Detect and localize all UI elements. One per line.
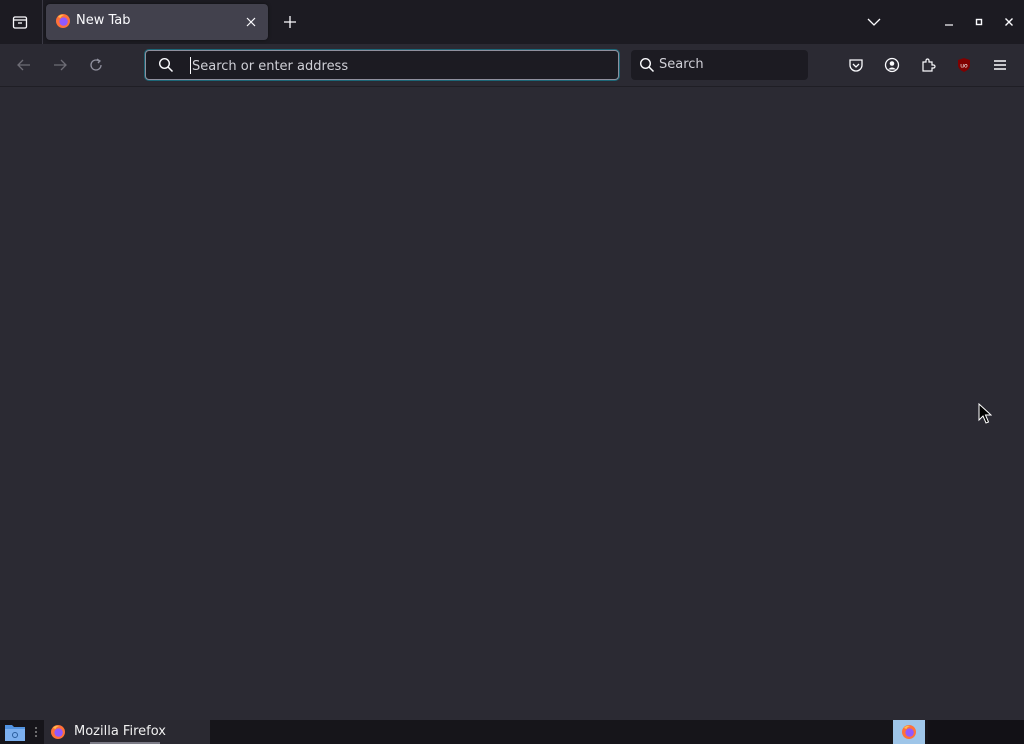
close-window-button[interactable] [997, 8, 1021, 36]
mouse-cursor-icon [978, 403, 992, 424]
forward-button[interactable] [46, 51, 74, 79]
drag-handle-icon [35, 727, 37, 737]
firefox-icon [51, 725, 65, 739]
tab-list-icon [12, 16, 28, 29]
maximize-icon [975, 18, 983, 26]
svg-text:uo: uo [960, 63, 968, 70]
ublock-button[interactable]: uo [950, 51, 978, 79]
menu-button[interactable] [986, 51, 1014, 79]
file-manager-icon[interactable] [4, 722, 26, 742]
navigation-toolbar: Search uo [0, 44, 1024, 87]
taskbar-item-label: Mozilla Firefox [74, 724, 166, 739]
pocket-icon [849, 59, 863, 72]
close-tab-button[interactable] [240, 11, 262, 33]
close-icon [1005, 18, 1013, 26]
tab-bar: New Tab [0, 0, 1024, 44]
pocket-button[interactable] [842, 51, 870, 79]
arrow-right-icon [54, 59, 67, 71]
account-button[interactable] [878, 51, 906, 79]
arrow-left-icon [17, 59, 30, 71]
search-icon [639, 57, 655, 73]
chevron-down-icon [867, 18, 881, 26]
hamburger-icon [994, 60, 1006, 70]
new-tab-button[interactable] [276, 8, 304, 36]
system-tray [928, 720, 1024, 744]
ublock-icon: uo [958, 58, 970, 72]
account-icon [884, 57, 900, 73]
firefox-icon [56, 14, 70, 28]
tab-separator [42, 0, 43, 44]
taskbar: Mozilla Firefox [0, 720, 1024, 744]
list-all-tabs-button[interactable] [860, 8, 888, 36]
search-bar[interactable]: Search [631, 50, 808, 80]
tray-firefox-button[interactable] [893, 720, 925, 744]
back-button[interactable] [10, 51, 38, 79]
close-icon [246, 17, 256, 27]
plus-icon [284, 16, 296, 28]
minimize-button[interactable] [937, 8, 961, 36]
address-bar[interactable] [145, 50, 619, 80]
extensions-button[interactable] [914, 51, 942, 79]
search-icon [158, 57, 174, 73]
maximize-button[interactable] [967, 8, 991, 36]
puzzle-icon [922, 58, 936, 72]
minimize-icon [945, 24, 953, 26]
taskbar-item-firefox[interactable]: Mozilla Firefox [44, 720, 210, 744]
tab-list-button[interactable] [6, 8, 34, 36]
address-input[interactable] [190, 54, 594, 78]
reload-button[interactable] [82, 51, 110, 79]
reload-icon [90, 58, 102, 71]
search-placeholder: Search [659, 57, 704, 72]
tab-new-tab[interactable]: New Tab [46, 4, 268, 40]
page-content [0, 87, 1024, 720]
tab-title: New Tab [76, 13, 131, 28]
firefox-icon [902, 725, 916, 739]
